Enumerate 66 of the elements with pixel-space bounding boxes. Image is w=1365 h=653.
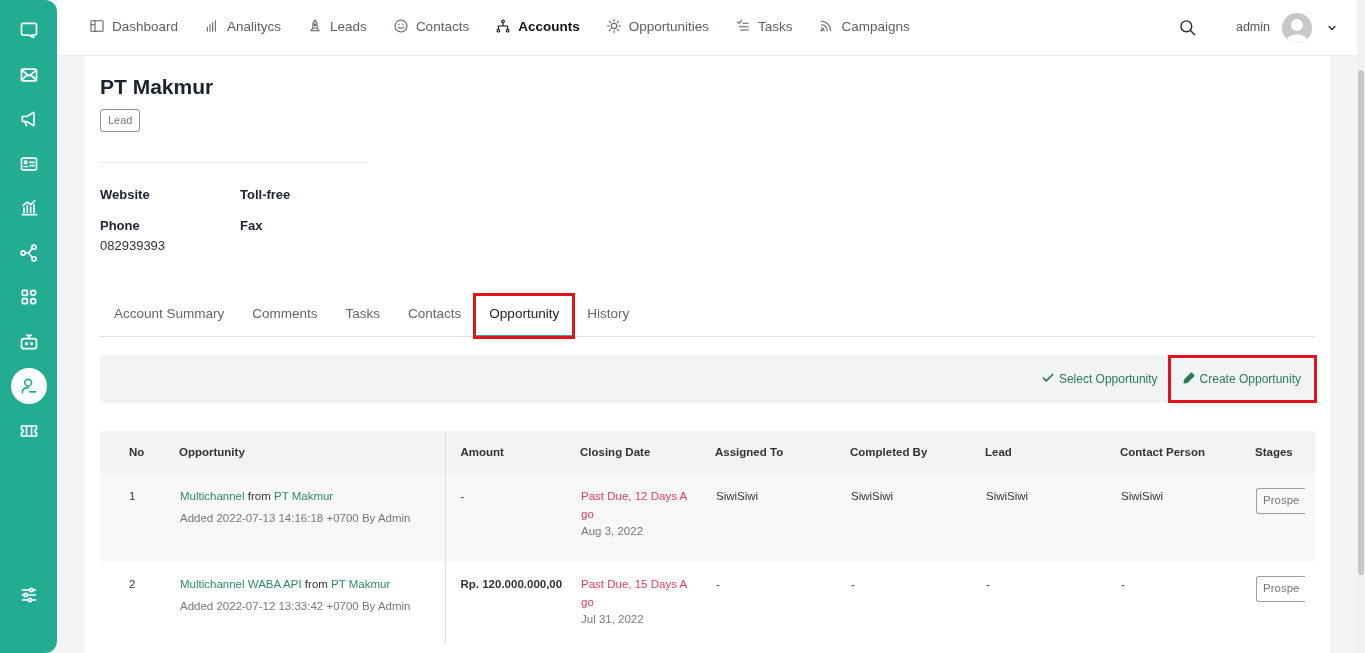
user-name: admin [1235, 19, 1270, 37]
stage-button[interactable]: Prospe [1256, 576, 1306, 602]
grid-icon [18, 287, 39, 307]
table-cell-text: - [851, 577, 856, 593]
nav-link[interactable]: Campaigns [818, 17, 910, 38]
field-label: Phone [100, 217, 141, 236]
closing-date: Jul 31, 2022 [581, 611, 645, 627]
table-cell-text: SiwiSiwi [1121, 489, 1165, 505]
column-header: No [100, 431, 179, 475]
nav-link[interactable]: Dashboard [89, 17, 179, 38]
nav-link[interactable]: Analitycs [204, 17, 282, 38]
nav-link[interactable]: Opportunities [605, 17, 709, 38]
column-header: Assigned To [715, 431, 850, 475]
tab[interactable]: Contacts [394, 295, 476, 338]
chat-bubble-icon [18, 20, 39, 40]
stage-button[interactable]: Prospe [1256, 488, 1306, 514]
tab[interactable]: Comments [238, 295, 332, 338]
column-header: Lead [985, 431, 1120, 475]
table-cell-text: - [986, 577, 991, 593]
column-header: Opportunity [179, 431, 445, 475]
tab[interactable]: Account Summary [100, 295, 239, 338]
column-header: Amount [445, 431, 580, 475]
field-label: Toll-free [240, 185, 292, 204]
nav-link[interactable]: Leads [307, 17, 367, 38]
field-value: 082939393 [100, 236, 167, 255]
table-cell-text: SiwiSiwi [716, 489, 760, 505]
closing-date: Aug 3, 2022 [581, 523, 645, 539]
added-info: Added 2022-07-13 14:16:18 +0700 By Admin [180, 510, 412, 526]
hierarchy-icon [495, 18, 512, 35]
opportunity-title: Multichannel WABA API from PT Makmur [180, 577, 392, 593]
nav-link[interactable]: Tasks [734, 17, 793, 38]
column-header: Closing Date [580, 431, 715, 475]
column-header: Completed By [850, 431, 985, 475]
tab[interactable]: Opportunity [475, 295, 574, 338]
table-cell-text: SiwiSiwi [986, 489, 1030, 505]
table-cell-text: - [716, 577, 721, 593]
field-label: Website [100, 185, 151, 204]
account-name: PT Makmur [100, 74, 215, 100]
action-link[interactable]: Select Opportunity [1036, 360, 1170, 399]
avatar-icon [1282, 12, 1312, 43]
nav-link[interactable]: Contacts [392, 17, 470, 38]
field-label: Fax [240, 217, 264, 236]
sun-icon [605, 18, 622, 35]
scrollbar[interactable] [1357, 0, 1365, 653]
row-number: 1 [129, 489, 137, 505]
due-status: Past Due, 15 Days Ago [581, 577, 689, 610]
tab[interactable]: History [573, 295, 644, 338]
amount-text: - [460, 489, 466, 505]
layout-icon [89, 18, 105, 35]
smiley-icon [392, 18, 409, 35]
table-cell-text: - [1121, 577, 1126, 593]
opportunity-title: Multichannel from PT Makmur [180, 489, 335, 505]
due-status: Past Due, 12 Days Ago [581, 489, 689, 522]
tab[interactable]: Tasks [331, 295, 395, 338]
pencil-icon [1181, 371, 1196, 386]
nav-link[interactable]: Accounts [495, 17, 580, 38]
column-header: Stages [1255, 431, 1315, 475]
table-cell-text: SiwiSiwi [851, 489, 895, 505]
sidebar-item[interactable] [10, 368, 47, 404]
amount-text: Rp. 120.000.000,00 [460, 577, 564, 593]
status-tag: Lead [100, 109, 141, 132]
share-nodes-icon [18, 242, 39, 263]
added-info: Added 2022-07-12 13:33:42 +0700 By Admin [180, 598, 412, 614]
action-link[interactable]: Create Opportunity [1169, 357, 1315, 402]
row-number: 2 [129, 577, 137, 593]
column-header: Contact Person [1120, 431, 1255, 475]
